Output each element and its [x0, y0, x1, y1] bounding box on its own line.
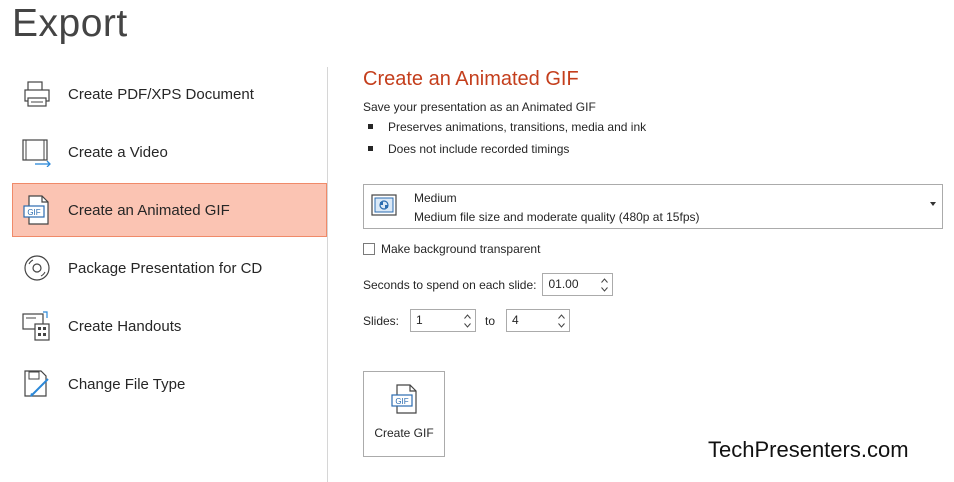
seconds-stepper[interactable]: 01.00 — [542, 273, 614, 296]
nav-label: Create PDF/XPS Document — [68, 85, 254, 103]
transparent-checkbox[interactable] — [363, 243, 375, 255]
slides-to-value: 4 — [512, 313, 519, 327]
pane-divider — [327, 67, 328, 482]
watermark: TechPresenters.com — [708, 437, 909, 462]
quality-dropdown[interactable]: Medium Medium file size and moderate qua… — [363, 184, 943, 229]
slides-label: Slides: — [363, 313, 400, 328]
nav-item-create-video[interactable]: Create a Video — [12, 125, 327, 179]
bullet-text: Does not include recorded timings — [388, 142, 570, 156]
feature-list: Preserves animations, transitions, media… — [363, 120, 943, 156]
cd-icon — [19, 250, 55, 286]
svg-text:GIF: GIF — [395, 397, 408, 406]
svg-text:GIF: GIF — [27, 208, 40, 217]
pane-description: Save your presentation as an Animated GI… — [363, 100, 596, 114]
bullet-icon — [368, 124, 373, 129]
change-file-type-icon — [19, 366, 55, 402]
spin-arrows — [557, 311, 566, 330]
chevron-down-icon[interactable] — [601, 287, 609, 292]
slides-from-stepper[interactable]: 1 — [410, 309, 477, 332]
chevron-down-icon[interactable] — [558, 323, 565, 328]
slides-to-label: to — [485, 313, 496, 328]
gif-icon: GIF — [19, 192, 55, 228]
nav-label: Package Presentation for CD — [68, 259, 263, 277]
gif-file-icon: GIF — [391, 383, 419, 415]
nav-label: Create a Video — [68, 143, 168, 161]
list-item: Does not include recorded timings — [363, 142, 943, 156]
bullet-icon — [368, 146, 373, 151]
pdf-document-icon — [19, 76, 55, 112]
quality-icon — [371, 194, 397, 216]
nav-item-create-handouts[interactable]: Create Handouts — [12, 299, 327, 353]
nav-item-change-file-type[interactable]: Change File Type — [12, 357, 327, 411]
pane-title: Create an Animated GIF — [363, 68, 579, 90]
page-title: Export — [12, 2, 128, 45]
list-item: Preserves animations, transitions, media… — [363, 120, 943, 134]
chevron-up-icon[interactable] — [601, 278, 609, 283]
seconds-row: Seconds to spend on each slide: 01.00 — [363, 273, 614, 296]
chevron-up-icon[interactable] — [464, 314, 471, 319]
handouts-icon — [19, 308, 55, 344]
nav-item-package-cd[interactable]: Package Presentation for CD — [12, 241, 327, 295]
quality-subtitle: Medium file size and moderate quality (4… — [414, 210, 700, 224]
chevron-down-icon[interactable] — [464, 323, 471, 328]
nav-item-create-gif[interactable]: GIF Create an Animated GIF — [12, 183, 327, 237]
create-gif-label: Create GIF — [374, 426, 434, 440]
nav-label: Create Handouts — [68, 317, 182, 335]
slides-row: Slides: 1 to 4 — [363, 309, 571, 332]
create-gif-button[interactable]: GIF Create GIF — [363, 371, 445, 457]
transparent-option: Make background transparent — [363, 242, 540, 256]
nav-label: Create an Animated GIF — [68, 201, 230, 219]
quality-title: Medium — [414, 191, 457, 205]
seconds-value: 01.00 — [548, 277, 579, 291]
gif-options-pane: Create an Animated GIF Save your present… — [363, 68, 943, 457]
slides-from-value: 1 — [416, 313, 423, 327]
chevron-down-icon[interactable] — [930, 202, 936, 206]
nav-item-create-pdf[interactable]: Create PDF/XPS Document — [12, 67, 327, 121]
spin-arrows — [463, 311, 472, 330]
chevron-up-icon[interactable] — [558, 314, 565, 319]
nav-label: Change File Type — [68, 375, 186, 393]
spin-arrows — [600, 275, 609, 294]
slides-to-stepper[interactable]: 4 — [506, 309, 571, 332]
bullet-text: Preserves animations, transitions, media… — [388, 120, 647, 134]
seconds-label: Seconds to spend on each slide: — [363, 277, 537, 292]
transparent-label[interactable]: Make background transparent — [381, 242, 540, 256]
export-nav: Create PDF/XPS Document Create a Video G… — [12, 67, 327, 415]
video-icon — [19, 134, 55, 170]
